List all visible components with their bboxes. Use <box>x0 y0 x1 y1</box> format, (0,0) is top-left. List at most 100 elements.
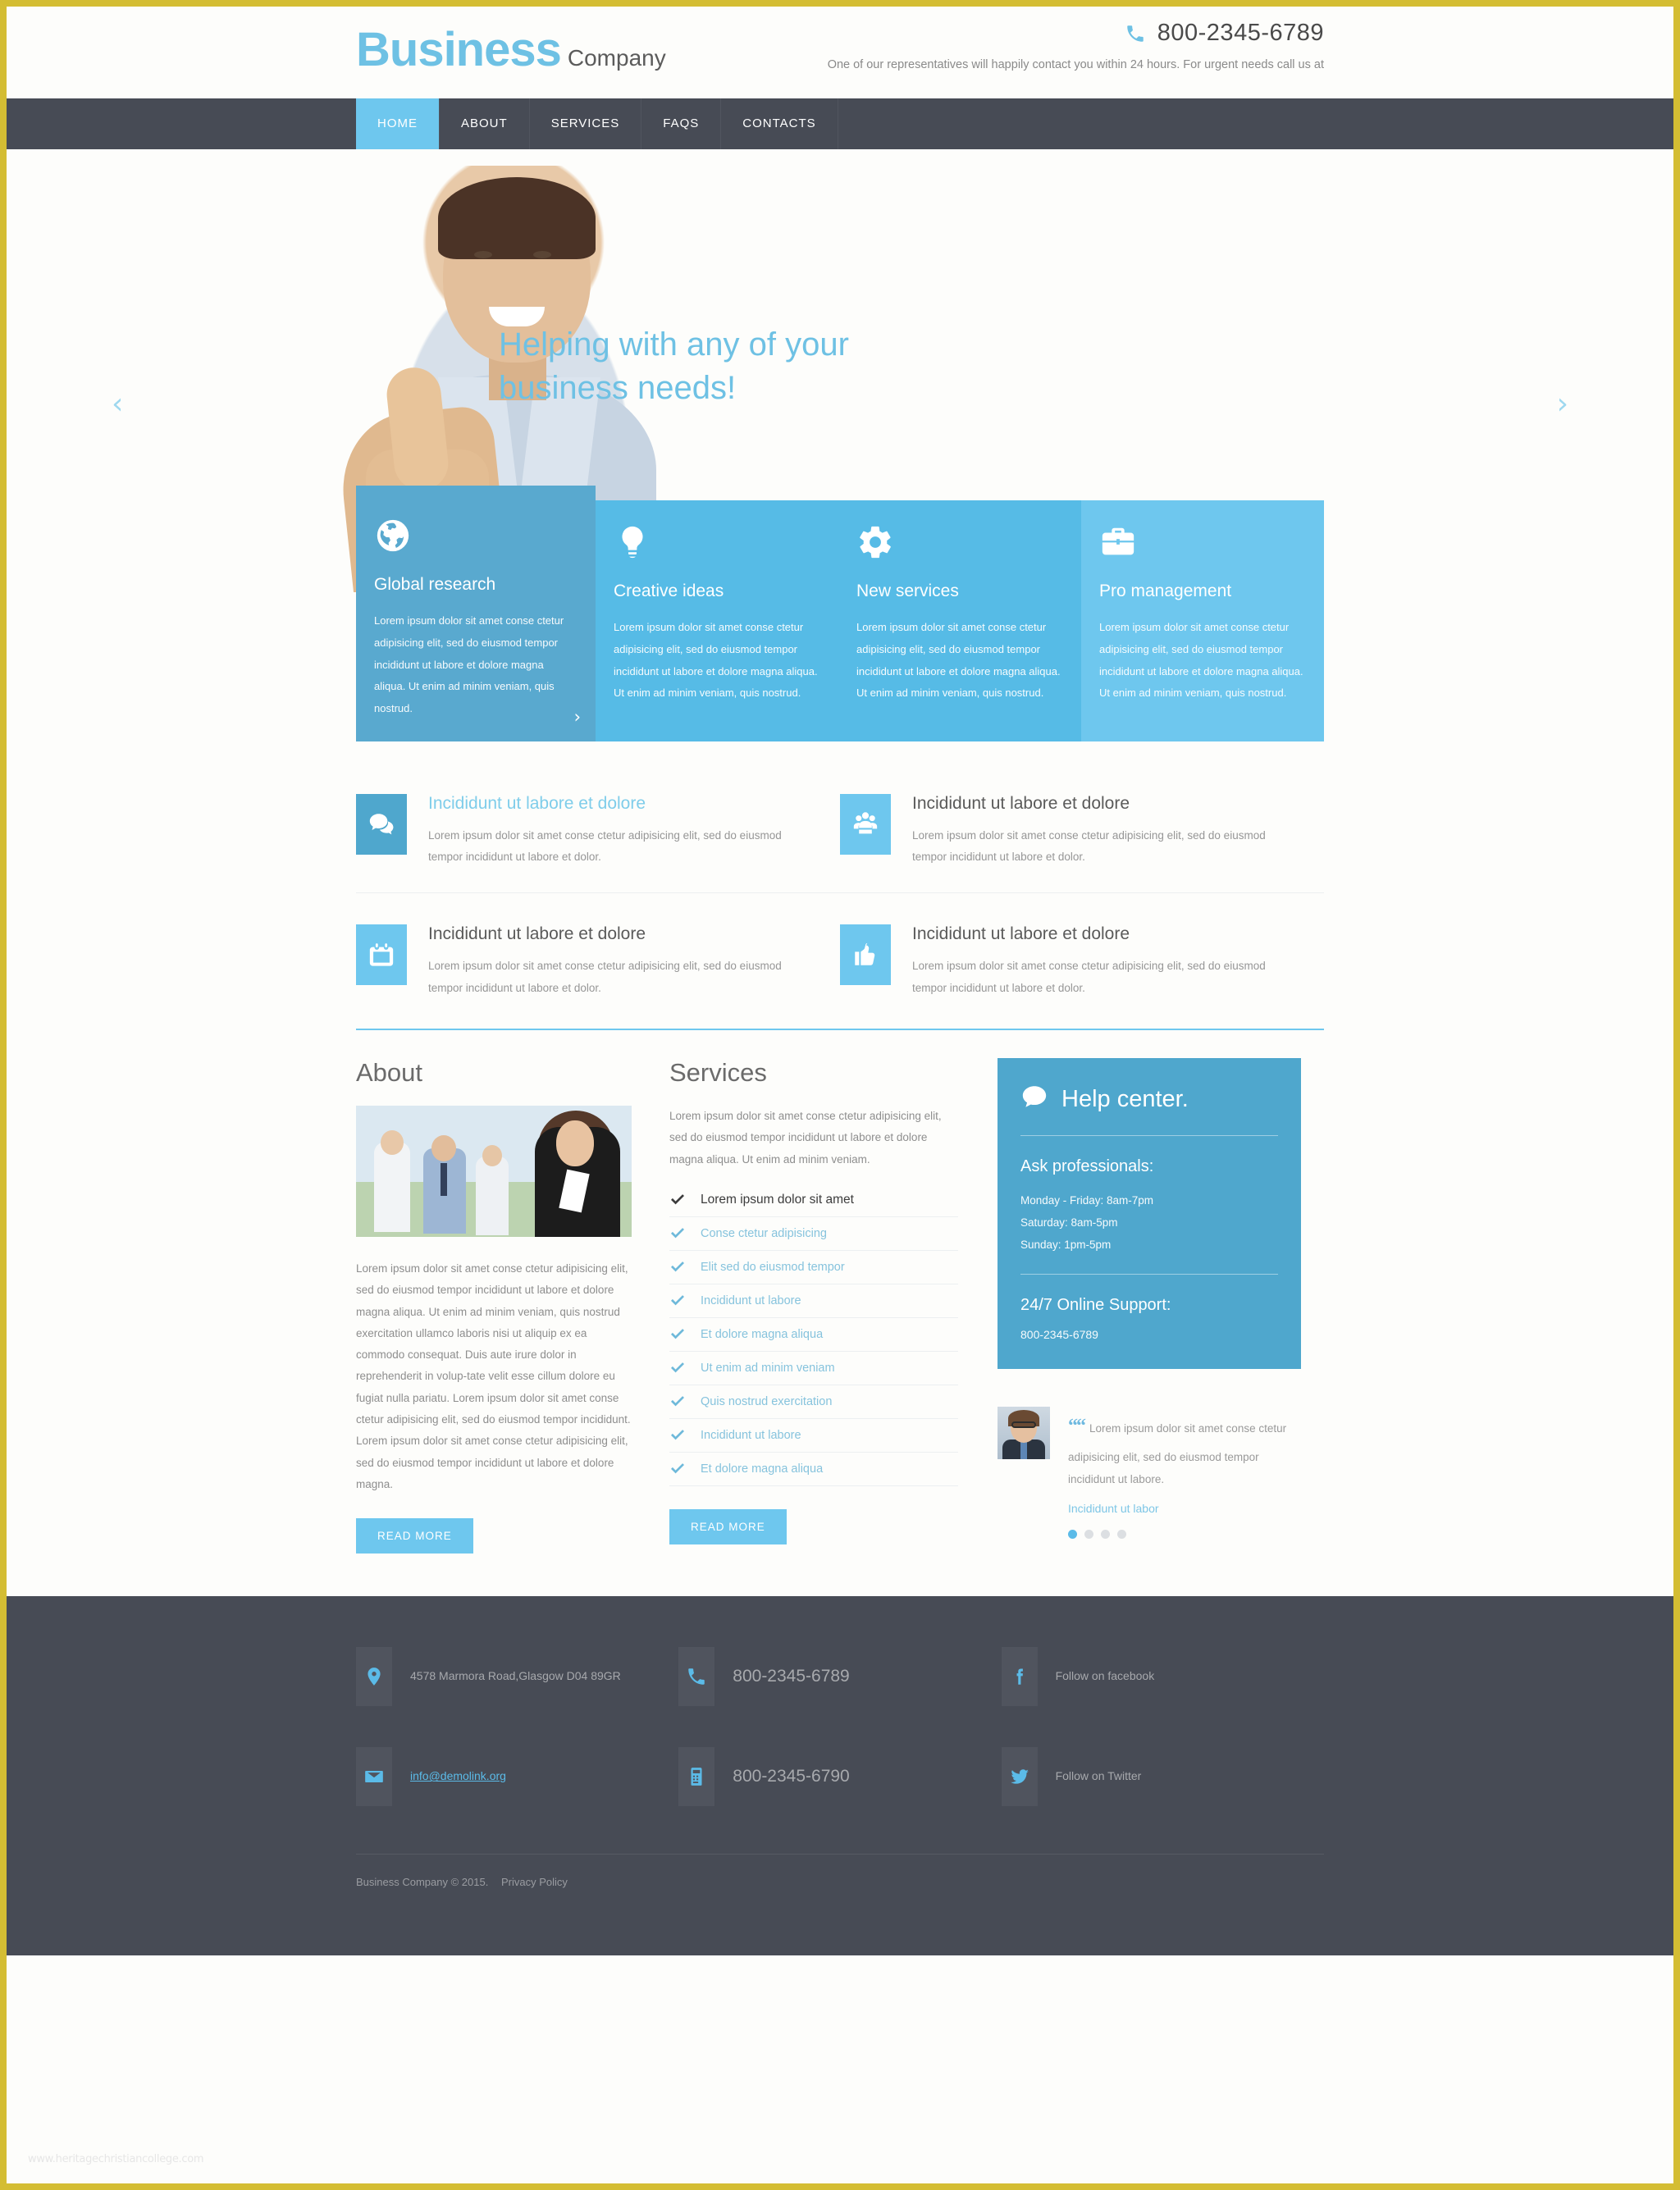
service-box[interactable]: Global research Lorem ipsum dolor sit ame… <box>356 486 596 741</box>
testimonial: ““ Lorem ipsum dolor sit amet conse ctetu… <box>998 1406 1301 1539</box>
footer-contact-cell: 800-2345-6790 <box>678 1747 1001 1807</box>
footer-contact-text: 800-2345-6789 <box>733 1667 850 1686</box>
about-read-more-button[interactable]: READ MORE <box>356 1518 473 1554</box>
check-icon <box>669 1259 686 1275</box>
about-title: About <box>356 1057 423 1087</box>
feature-text: Lorem ipsum dolor sit amet conse ctetur … <box>912 960 1266 994</box>
section-divider <box>356 1028 1324 1030</box>
nav-item-about[interactable]: ABOUT <box>440 98 530 149</box>
feature-item[interactable]: Incididunt ut labore et dolore Lorem ipsu… <box>356 892 840 1024</box>
footer-contacts-grid: 4578 Marmora Road,Glasgow D04 89GR 800-23… <box>356 1647 1324 1847</box>
thumbs-up-icon <box>840 924 891 986</box>
service-list-item[interactable]: Lorem ipsum dolor sit amet <box>669 1184 958 1217</box>
check-icon <box>669 1293 686 1309</box>
services-read-more-button[interactable]: READ MORE <box>669 1508 787 1544</box>
service-list-item[interactable]: Incididunt ut labore <box>669 1419 958 1453</box>
service-list-item[interactable]: Et dolore magna aliqua <box>669 1453 958 1486</box>
nav-item-contacts[interactable]: CONTACTS <box>721 98 838 149</box>
footer-contact-text: Follow on facebook <box>1055 1669 1155 1683</box>
service-box[interactable]: New services Lorem ipsum dolor sit amet c… <box>838 500 1081 741</box>
service-box-title: Pro management <box>1099 582 1232 600</box>
hero-prev-arrow-icon[interactable]: ‹ <box>112 387 123 421</box>
envelope-icon[interactable] <box>356 1747 392 1807</box>
pagination-dot[interactable] <box>1068 1529 1077 1539</box>
feature-title: Incididunt ut labore et dolore <box>428 924 646 944</box>
check-icon <box>669 1427 686 1444</box>
footer-copyright-row: Business Company © 2015. Privacy Policy <box>356 1855 1324 1888</box>
service-boxes: Global research Lorem ipsum dolor sit ame… <box>356 486 1324 741</box>
lightbulb-icon <box>614 523 651 561</box>
nav-item-services[interactable]: SERVICES <box>530 98 642 149</box>
footer-contact-cell: 4578 Marmora Road,Glasgow D04 89GR <box>356 1647 678 1707</box>
footer-contact-cell: Follow on Twitter <box>1001 1747 1324 1807</box>
testimonial-author[interactable]: Incididunt ut labor <box>1068 1502 1301 1515</box>
phone-icon[interactable] <box>678 1647 715 1707</box>
help-support-title: 24/7 Online Support: <box>1020 1295 1171 1314</box>
copyright-text: Business Company © 2015. <box>356 1876 489 1889</box>
service-list-item[interactable]: Et dolore magna aliqua <box>669 1318 958 1352</box>
header-contact-block: 800-2345-6789 One of our representatives… <box>750 20 1324 75</box>
feature-title: Incididunt ut labore et dolore <box>912 793 1130 813</box>
service-box-arrow-icon[interactable]: › <box>574 707 581 727</box>
footer-contact-link[interactable]: info@demolink.org <box>410 1769 506 1782</box>
map-pin-icon[interactable] <box>356 1647 392 1707</box>
footer-contact-cell: Follow on facebook <box>1001 1647 1324 1707</box>
help-ask-title: Ask professionals: <box>1020 1157 1154 1175</box>
about-paragraph: Lorem ipsum dolor sit amet conse ctetur … <box>356 1262 631 1491</box>
site-header: Business Company 800-2345-6789 One of our… <box>7 7 1673 98</box>
testimonial-text: Lorem ipsum dolor sit amet conse ctetur … <box>1068 1421 1287 1485</box>
main-navigation: HOME ABOUT SERVICES FAQS CONTACTS <box>7 98 1673 149</box>
pagination-dot[interactable] <box>1117 1529 1126 1539</box>
site-footer: 4578 Marmora Road,Glasgow D04 89GR 800-23… <box>7 1596 1673 2165</box>
privacy-policy-link[interactable]: Privacy Policy <box>501 1876 568 1888</box>
service-list-item[interactable]: Ut enim ad minim veniam <box>669 1352 958 1385</box>
service-box-text: Lorem ipsum dolor sit amet conse ctetur … <box>1099 621 1303 700</box>
header-phone-number[interactable]: 800-2345-6789 <box>1157 20 1324 47</box>
quote-mark-icon: ““ <box>1068 1415 1086 1437</box>
service-box-title: New services <box>856 582 959 600</box>
service-list-item[interactable]: Conse ctetur adipisicing <box>669 1217 958 1251</box>
briefcase-icon <box>1099 523 1137 561</box>
phone-icon <box>1125 23 1146 44</box>
facebook-icon[interactable] <box>1001 1647 1038 1707</box>
logo-secondary-text: Company <box>567 45 666 71</box>
footer-contact-cell: info@demolink.org <box>356 1747 678 1807</box>
pagination-dot[interactable] <box>1101 1529 1110 1539</box>
chat-bubble-icon <box>356 793 407 855</box>
chat-bubble-icon <box>1020 1083 1048 1117</box>
service-list-item-label: Incididunt ut labore <box>701 1293 801 1307</box>
about-column: About Lorem ipsum dolor sit amet conse c… <box>356 1058 669 1554</box>
feature-item[interactable]: Incididunt ut labore et dolore Lorem ipsu… <box>840 892 1324 1024</box>
service-box-title: Creative ideas <box>614 582 724 600</box>
pagination-dot[interactable] <box>1084 1529 1093 1539</box>
sidebar-column: Help center. Ask professionals: Monday -… <box>998 1057 1301 1554</box>
service-list-item-label: Quis nostrud exercitation <box>701 1394 833 1408</box>
site-logo[interactable]: Business Company <box>356 26 666 74</box>
calendar-icon <box>356 924 407 986</box>
services-intro: Lorem ipsum dolor sit amet conse ctetur … <box>669 1109 942 1166</box>
service-box[interactable]: Pro management Lorem ipsum dolor sit amet… <box>1081 500 1324 741</box>
feature-item[interactable]: Incididunt ut labore et dolore Lorem ipsu… <box>840 776 1324 893</box>
help-hours-line: Saturday: 8am-5pm <box>1020 1216 1118 1229</box>
service-list-item[interactable]: Incididunt ut labore <box>669 1284 958 1318</box>
service-list-item[interactable]: Quis nostrud exercitation <box>669 1385 958 1419</box>
twitter-icon[interactable] <box>1001 1747 1038 1807</box>
hero-next-arrow-icon[interactable]: › <box>1557 387 1568 421</box>
service-list-item-label: Conse ctetur adipisicing <box>701 1226 827 1240</box>
service-box[interactable]: Creative ideas Lorem ipsum dolor sit amet… <box>596 500 838 741</box>
nav-item-faqs[interactable]: FAQS <box>641 98 722 149</box>
help-support-phone[interactable]: 800-2345-6789 <box>1020 1328 1278 1341</box>
features-grid: Incididunt ut labore et dolore Lorem ipsu… <box>356 776 1324 1024</box>
service-list-item-label: Et dolore magna aliqua <box>701 1462 824 1476</box>
services-title: Services <box>669 1057 767 1087</box>
header-note: One of our representatives will happily … <box>827 58 1324 71</box>
help-center-header: Help center. <box>1020 1083 1278 1117</box>
service-box-title: Global research <box>374 575 496 594</box>
watermark-text: www.heritagechristiancollege.com <box>28 2153 204 2165</box>
service-box-text: Lorem ipsum dolor sit amet conse ctetur … <box>614 621 818 700</box>
nav-item-home[interactable]: HOME <box>356 98 440 149</box>
feature-item[interactable]: Incididunt ut labore et dolore Lorem ipsu… <box>356 776 840 893</box>
users-icon <box>840 793 891 855</box>
service-list-item[interactable]: Elit sed do eiusmod tempor <box>669 1251 958 1284</box>
fax-icon[interactable] <box>678 1747 715 1807</box>
